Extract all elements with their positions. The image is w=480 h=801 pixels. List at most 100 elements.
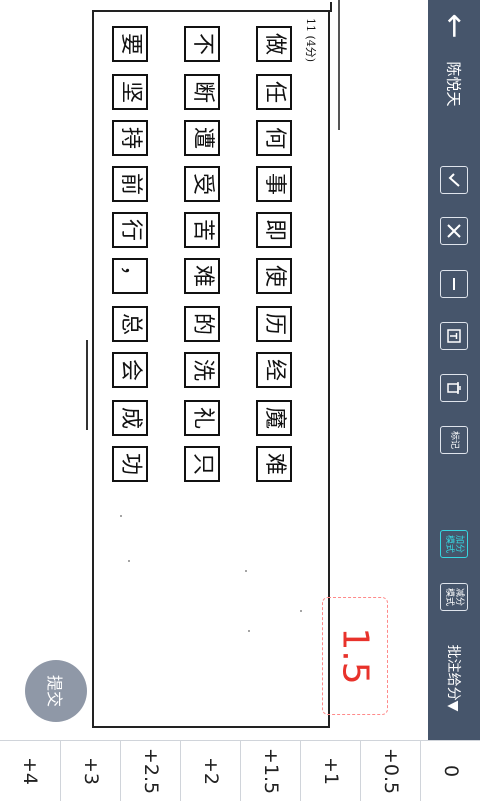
answer-character-box: 任 [256,74,292,110]
answer-character-box: 难 [256,446,292,482]
scan-edge [330,2,332,12]
answer-character: 即 [261,218,287,242]
answer-character: 遭 [189,126,215,150]
minus-icon[interactable] [440,270,468,298]
answer-character-box: 功 [112,446,148,482]
score-option-label: +2.5 [139,747,162,795]
score-option-button[interactable]: +1 [300,741,360,801]
scan-speck [120,515,122,517]
answer-character: 难 [189,264,215,288]
score-option-label: +1 [319,756,342,786]
answer-character-box: 即 [256,212,292,248]
score-option-button[interactable]: +2 [180,741,240,801]
score-value: 1.5 [334,627,376,685]
score-option-label: +1.5 [259,747,282,795]
answer-character-box: 受 [184,166,220,202]
score-option-label: +0.5 [379,747,402,795]
scan-mark [86,340,88,430]
score-option-button[interactable]: +0.5 [360,741,420,801]
answer-character: 任 [261,80,287,104]
answer-character-box: 前 [112,166,148,202]
subtract-mode-button[interactable]: 减分模式 [440,583,468,611]
answer-character: 的 [189,312,215,336]
score-option-button[interactable]: +2.5 [120,741,180,801]
answer-character: 成 [117,406,143,430]
score-option-label: 0 [439,764,462,778]
answer-character-box: 历 [256,306,292,342]
scan-mark [338,0,340,130]
answer-character-box: 的 [184,306,220,342]
answer-character: 做 [261,32,287,56]
answer-character-box: 使 [256,258,292,294]
score-option-label: +2 [199,756,222,786]
answer-character-box: 礼 [184,400,220,436]
score-options-bar: +4 +3 +2.5 +2 +1.5 +1 +0.5 0 [0,740,480,801]
scan-speck [245,570,247,572]
answer-character-box: 不 [184,26,220,62]
answer-character: 礼 [189,406,215,430]
score-option-button[interactable]: 0 [420,741,480,801]
answer-character-box: 行 [112,212,148,248]
check-icon[interactable] [440,166,468,194]
answer-character-box: 只 [184,446,220,482]
answer-character-box: 洗 [184,352,220,388]
answer-character: 历 [261,312,287,336]
answer-character-box: 苦 [184,212,220,248]
answer-character: 前 [117,172,143,196]
back-arrow-icon[interactable]: ← [437,13,472,38]
answer-character: 洗 [189,358,215,382]
answer-character: 坚 [117,80,143,104]
student-name: 陈悦天 [444,61,463,107]
answer-character: 受 [189,172,215,196]
answer-character-box: 做 [256,26,292,62]
answer-character-box: 难 [184,258,220,294]
answer-character: 魔 [261,406,287,430]
grading-toolbar: ← 陈悦天 标记 加分模式 减分模式 批注给分▼ [428,0,480,740]
answer-character-box: ， [112,258,148,294]
text-icon[interactable] [440,322,468,350]
score-option-label: +4 [19,756,41,786]
subtract-mode-label: 减分模式 [444,587,464,606]
answer-character: 行 [117,218,143,242]
answer-character-box: 要 [112,26,148,62]
score-option-button[interactable]: +4 [0,741,60,801]
add-mode-label: 加分模式 [444,534,464,553]
answer-character-box: 持 [112,120,148,156]
answer-character: ， [117,264,143,288]
question-label: 11 (4分) [304,18,317,63]
scan-speck [248,630,250,632]
cross-icon[interactable] [440,217,468,245]
score-option-button[interactable]: +1.5 [240,741,300,801]
submit-button[interactable]: 提交 [25,660,87,722]
submit-label: 提交 [45,674,64,708]
answer-character: 功 [117,452,143,476]
answer-character-box: 经 [256,352,292,388]
answer-character-box: 断 [184,74,220,110]
trash-icon[interactable] [440,374,468,402]
answer-character: 不 [189,32,215,56]
scan-speck [128,560,130,562]
score-option-label: +3 [79,756,102,786]
answer-character-box: 事 [256,166,292,202]
answer-character-box: 成 [112,400,148,436]
grading-dropdown[interactable]: 批注给分▼ [444,645,464,712]
answer-character-box: 坚 [112,74,148,110]
answer-character: 苦 [189,218,215,242]
score-display[interactable]: 1.5 [322,597,388,715]
answer-character: 使 [261,264,287,288]
answer-character-box: 何 [256,120,292,156]
answer-character: 总 [117,312,143,336]
answer-character: 事 [261,172,287,196]
scan-speck [300,610,302,612]
mark-button[interactable]: 标记 [440,426,468,454]
answer-character: 难 [261,452,287,476]
answer-character-box: 会 [112,352,148,388]
answer-character: 只 [189,452,215,476]
answer-character: 何 [261,126,287,150]
answer-character: 会 [117,358,143,382]
answer-character-box: 魔 [256,400,292,436]
answer-character: 断 [189,80,215,104]
answer-character: 持 [117,126,143,150]
add-mode-button[interactable]: 加分模式 [440,530,468,558]
score-option-button[interactable]: +3 [60,741,120,801]
